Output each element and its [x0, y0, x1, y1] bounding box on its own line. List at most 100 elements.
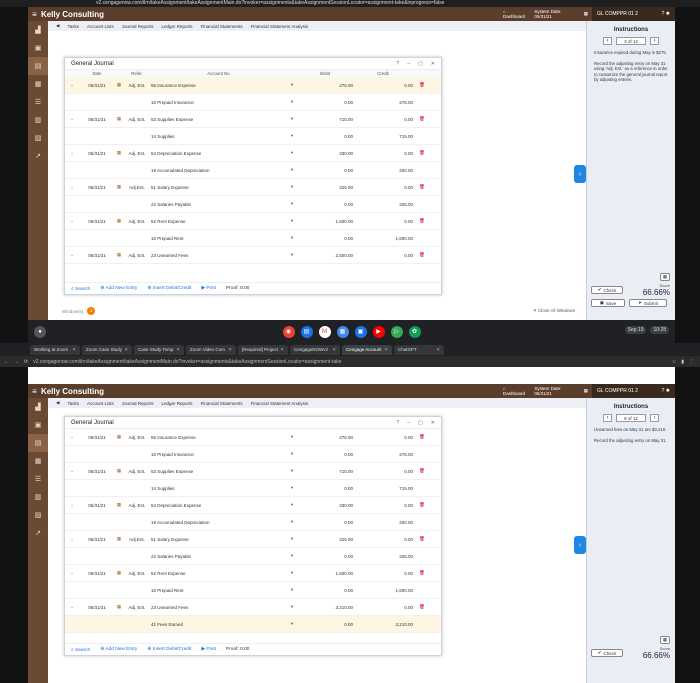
- account-dropdown-icon[interactable]: ▾: [287, 519, 297, 525]
- entry-debit[interactable]: 0.00: [297, 202, 353, 207]
- account-dropdown-icon[interactable]: ▾: [287, 99, 297, 105]
- post-button[interactable]: ▶ Post: [201, 286, 216, 291]
- gear-icon[interactable]: ✹: [666, 388, 670, 394]
- delete-icon[interactable]: 🗑: [413, 502, 431, 508]
- search-button[interactable]: ⌕ Search: [71, 647, 90, 653]
- delete-icon[interactable]: 🗑: [413, 218, 431, 224]
- date-picker-icon[interactable]: ▦: [115, 150, 123, 156]
- entry-account[interactable]: 22 Salaries Payable: [151, 554, 287, 559]
- entry-debit[interactable]: 0.00: [297, 452, 353, 457]
- entry-credit[interactable]: 0.00: [353, 503, 413, 508]
- tab-close-icon[interactable]: ✕: [280, 345, 284, 355]
- entry-credit[interactable]: 715.00: [353, 134, 413, 139]
- account-dropdown-icon[interactable]: ▾: [287, 252, 297, 258]
- post-button[interactable]: ▶ Post: [201, 647, 216, 652]
- menu-account-lists[interactable]: Account Lists: [87, 401, 114, 406]
- entry-credit[interactable]: 1,600.00: [353, 588, 413, 593]
- journal-row[interactable]: ⌄ 05/31/21 ▦ Adj.Ent. 51 Salary Expense ▾ 325.…: [65, 179, 441, 196]
- entry-account[interactable]: 55 Insurance Expense: [151, 435, 287, 440]
- entry-credit[interactable]: 0.00: [353, 537, 413, 542]
- panel-toggle-icon[interactable]: ›: [574, 536, 586, 554]
- account-dropdown-icon[interactable]: ▾: [287, 167, 297, 173]
- entry-account[interactable]: 16 Prepaid Insurance: [151, 100, 287, 105]
- tab-close-icon[interactable]: ✕: [228, 345, 232, 355]
- entry-credit[interactable]: 0.00: [353, 219, 413, 224]
- help-icon[interactable]: ?: [397, 61, 400, 67]
- delete-icon[interactable]: 🗑: [413, 150, 431, 156]
- close-icon[interactable]: ✕: [431, 420, 435, 426]
- account-dropdown-icon[interactable]: ▾: [287, 621, 297, 627]
- menu-journal-reports[interactable]: Journal Reports: [122, 401, 154, 406]
- system-tray[interactable]: Sep 19 10:28: [624, 326, 669, 334]
- expand-chevron-icon[interactable]: ⌄: [65, 570, 79, 576]
- entry-credit[interactable]: 1,600.00: [353, 236, 413, 241]
- entry-debit[interactable]: 0.00: [297, 236, 353, 241]
- entry-debit[interactable]: 0.00: [297, 134, 353, 139]
- menu-financial-statements[interactable]: Financial Statements: [201, 24, 243, 29]
- delete-icon[interactable]: 🗑: [413, 116, 431, 122]
- entry-account[interactable]: 15 Prepaid Rent: [151, 236, 287, 241]
- sidebar-stats-icon[interactable]: ▨: [28, 129, 48, 147]
- sidebar-home-icon[interactable]: ▟: [28, 398, 48, 416]
- entry-debit[interactable]: 0.00: [297, 168, 353, 173]
- prev-instruction-button[interactable]: ‹: [603, 37, 612, 45]
- account-dropdown-icon[interactable]: ▾: [287, 536, 297, 542]
- entry-credit[interactable]: 0.00: [353, 435, 413, 440]
- journal-row[interactable]: ⌄ 05/31/21 ▦ Adj. Ent. 54 Depreciation Expen…: [65, 497, 441, 514]
- entry-debit[interactable]: 715.00: [297, 469, 353, 474]
- expand-chevron-icon[interactable]: ⌄: [65, 82, 79, 88]
- entry-account[interactable]: 19 Accumulated Depreciation: [151, 520, 287, 525]
- account-dropdown-icon[interactable]: ▾: [287, 133, 297, 139]
- menu-ledger-reports[interactable]: Ledger Reports: [162, 24, 193, 29]
- browser-tab[interactable]: Zoom Case Study ✕: [82, 344, 132, 355]
- tab-close-icon[interactable]: ✕: [436, 345, 440, 355]
- save-button[interactable]: ▣ Save: [591, 299, 625, 307]
- maximize-icon[interactable]: ▢: [418, 61, 423, 67]
- entry-account[interactable]: 51 Salary Expense: [151, 537, 287, 542]
- close-all-windows-button[interactable]: ✕ Close All Windows: [533, 308, 575, 314]
- help-icon[interactable]: ?: [662, 11, 665, 17]
- entry-account[interactable]: 16 Prepaid Insurance: [151, 452, 287, 457]
- browser-tab[interactable]: Cengage Account ✕: [342, 344, 392, 355]
- back-icon[interactable]: ←: [4, 359, 9, 365]
- entry-account[interactable]: 15 Prepaid Rent: [151, 588, 287, 593]
- calculator-icon[interactable]: ▦: [660, 636, 670, 644]
- play-store-icon[interactable]: ▷: [390, 325, 403, 338]
- date-picker-icon[interactable]: ▦: [115, 434, 123, 440]
- sidebar-chart-icon[interactable]: ▥: [28, 488, 48, 506]
- entry-credit[interactable]: 0.00: [353, 185, 413, 190]
- entry-credit[interactable]: 0.00: [353, 151, 413, 156]
- sidebar-journal-icon[interactable]: ▤: [28, 434, 48, 452]
- journal-row[interactable]: 16 Prepaid Insurance ▾ 0.00 275.00: [65, 94, 441, 111]
- menu-ledger-reports[interactable]: Ledger Reports: [162, 401, 193, 406]
- journal-row[interactable]: ⌄ 05/31/21 ▦ Adj. Ent. 53 Supplies Expense ▾ 7…: [65, 463, 441, 480]
- check-button[interactable]: ✔ Check: [591, 649, 623, 657]
- dashboard-link[interactable]: ⌂ Dashboard: [503, 386, 526, 396]
- delete-icon[interactable]: 🗑: [413, 434, 431, 440]
- journal-row[interactable]: ⌄ 05/31/21 ▦ Adj. Ent. 53 Supplies Expense ▾ 7…: [65, 111, 441, 128]
- check-button[interactable]: ✔ Check: [591, 286, 623, 294]
- entry-account[interactable]: 41 Fees Earned: [151, 622, 287, 627]
- sidebar-list-icon[interactable]: ☰: [28, 93, 48, 111]
- entry-account[interactable]: 54 Depreciation Expense: [151, 503, 287, 508]
- prev-instruction-button[interactable]: ‹: [603, 414, 612, 422]
- entry-debit[interactable]: 0.00: [297, 100, 353, 105]
- close-icon[interactable]: ✕: [431, 61, 435, 67]
- insert-debit-credit-button[interactable]: ⊕ Insert Debit/Credit: [147, 647, 191, 652]
- expand-chevron-icon[interactable]: ⌄: [65, 468, 79, 474]
- account-dropdown-icon[interactable]: ▾: [287, 235, 297, 241]
- menu-account-lists[interactable]: Account Lists: [87, 24, 114, 29]
- minimize-icon[interactable]: –: [407, 61, 410, 67]
- entry-debit[interactable]: 325.00: [297, 537, 353, 542]
- journal-row[interactable]: 41 Fees Earned ▾ 0.00 3,210.00: [65, 616, 441, 633]
- entry-account[interactable]: 52 Rent Expense: [151, 219, 287, 224]
- entry-debit[interactable]: 715.00: [297, 117, 353, 122]
- entry-debit[interactable]: 0.00: [297, 588, 353, 593]
- journal-row[interactable]: ⌄ 05/31/21 ▦ Adj. Ent. 52 Rent Expense ▾ 1,600…: [65, 565, 441, 582]
- calendar-icon[interactable]: ▦: [584, 388, 588, 394]
- date-picker-icon[interactable]: ▦: [115, 82, 123, 88]
- entry-debit[interactable]: 0.00: [297, 486, 353, 491]
- account-dropdown-icon[interactable]: ▾: [287, 116, 297, 122]
- entry-credit[interactable]: 275.00: [353, 100, 413, 105]
- account-dropdown-icon[interactable]: ▾: [287, 150, 297, 156]
